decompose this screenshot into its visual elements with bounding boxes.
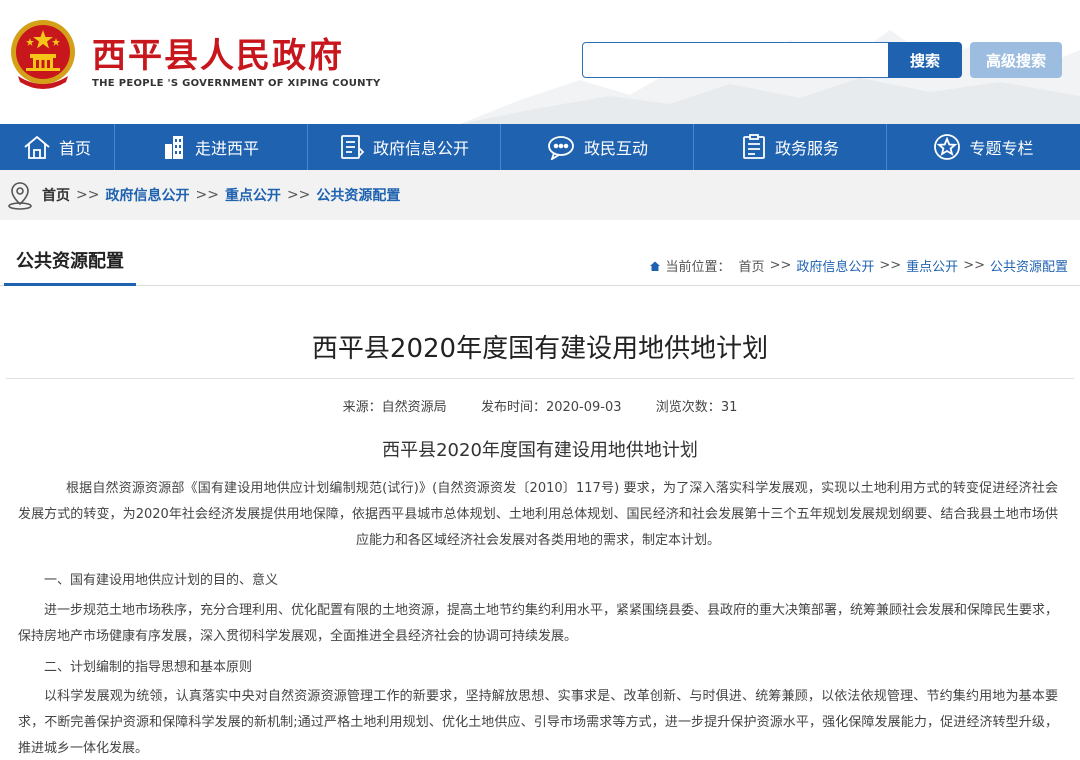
date-label: 发布时间： xyxy=(480,400,546,415)
title-divider xyxy=(6,378,1074,379)
location-separator: >> xyxy=(769,258,792,273)
nav-item-interaction[interactable]: 政民互动 xyxy=(501,124,694,170)
location-separator: >> xyxy=(963,258,985,273)
location-home-link[interactable]: 首页 xyxy=(739,256,765,275)
service-icon xyxy=(743,134,765,159)
nav-item-about[interactable]: 走进西平 xyxy=(115,124,308,170)
views-value: 31 xyxy=(720,400,738,415)
nav-item-label: 政府信息公开 xyxy=(372,139,469,158)
article-subtitle: 西平县2020年度国有建设用地供地计划 xyxy=(382,440,698,461)
article-paragraph: 根据自然资源资源部《国有建设用地供应计划编制规范(试行)》(自然资源资发〔201… xyxy=(18,481,1058,548)
nav-item-home[interactable]: 首页 xyxy=(0,124,115,170)
source-value: 自然资源局 xyxy=(381,400,447,415)
article-paragraph: 以科学发展观为统领，认真落实中央对自然资源资源管理工作的新要求，坚持解放思想、实… xyxy=(18,689,1058,756)
article-paragraph: 进一步规范土地市场秩序，充分合理利用、优化配置有限的土地资源，提高土地节约集约利… xyxy=(18,603,1059,644)
document-icon xyxy=(341,135,365,159)
nav-item-info-disclosure[interactable]: 政府信息公开 xyxy=(308,124,501,170)
views-label: 浏览次数： xyxy=(655,400,721,415)
location-prefix: 当前位置： xyxy=(665,260,731,275)
site-subtitle: THE PEOPLE 'S GOVERNMENT OF XIPING COUNT… xyxy=(92,78,381,89)
nav-item-label: 走进西平 xyxy=(194,139,259,158)
nav-item-services[interactable]: 政务服务 xyxy=(694,124,887,170)
building-icon xyxy=(164,136,183,159)
breadcrumb-separator: >> xyxy=(286,187,311,203)
breadcrumb-link-public-resources[interactable]: 公共资源配置 xyxy=(316,185,400,205)
nav-item-label: 首页 xyxy=(58,139,91,158)
home-icon xyxy=(24,135,50,159)
current-location: 当前位置： 首页 >> 政府信息公开 >> 重点公开 >> 公共资源配置 xyxy=(649,256,1068,275)
nav-item-special-topics[interactable]: 专题专栏 xyxy=(887,124,1080,170)
breadcrumb-separator: >> xyxy=(76,187,100,203)
nav-item-label: 政务服务 xyxy=(774,139,839,158)
section-header: 公共资源配置 当前位置： 首页 >> 政府信息公开 >> 重点公开 >> 公共资… xyxy=(0,240,1080,286)
site-header: 西平县人民政府 THE PEOPLE 'S GOVERNMENT OF XIPI… xyxy=(0,0,1080,124)
breadcrumb-link-info-disclosure[interactable]: 政府信息公开 xyxy=(105,185,189,205)
location-pin-icon xyxy=(8,182,32,210)
article-heading: 二、计划编制的指导思想和基本原则 xyxy=(44,660,253,675)
date-value: 2020-09-03 xyxy=(545,400,622,415)
search-button[interactable]: 搜索 xyxy=(888,42,962,78)
article-title: 西平县2020年度国有建设用地供地计划 xyxy=(311,334,769,364)
site-title: 西平县人民政府 xyxy=(92,36,344,76)
national-emblem-icon xyxy=(11,20,75,89)
location-link-info-disclosure[interactable]: 政府信息公开 xyxy=(796,256,874,275)
breadcrumb-home-link[interactable]: 首页 xyxy=(42,185,70,205)
location-link-public-resources[interactable]: 公共资源配置 xyxy=(990,256,1068,275)
location-link-key-disclosure[interactable]: 重点公开 xyxy=(906,256,958,275)
breadcrumb: 首页 >> 政府信息公开 >> 重点公开 >> 公共资源配置 xyxy=(0,170,1080,220)
chat-icon xyxy=(548,136,574,160)
advanced-search-button[interactable]: 高级搜索 xyxy=(970,42,1062,78)
star-icon xyxy=(934,134,961,160)
breadcrumb-separator: >> xyxy=(195,187,219,203)
home-icon xyxy=(649,261,660,271)
source-label: 来源： xyxy=(342,400,382,415)
breadcrumb-link-key-disclosure[interactable]: 重点公开 xyxy=(225,185,281,205)
search-input[interactable] xyxy=(582,42,890,78)
main-nav: 首页 走进西平 政府信息公开 政民互动 政务服务 专题专栏 xyxy=(0,124,1080,170)
nav-item-label: 专题专栏 xyxy=(969,139,1034,158)
location-separator: >> xyxy=(879,258,902,273)
nav-item-label: 政民互动 xyxy=(583,139,648,158)
article-meta: 来源：自然资源局 发布时间：2020-09-03 浏览次数：31 xyxy=(0,396,1080,415)
section-title: 公共资源配置 xyxy=(4,240,136,286)
article-heading: 一、国有建设用地供应计划的目的、意义 xyxy=(44,573,279,588)
